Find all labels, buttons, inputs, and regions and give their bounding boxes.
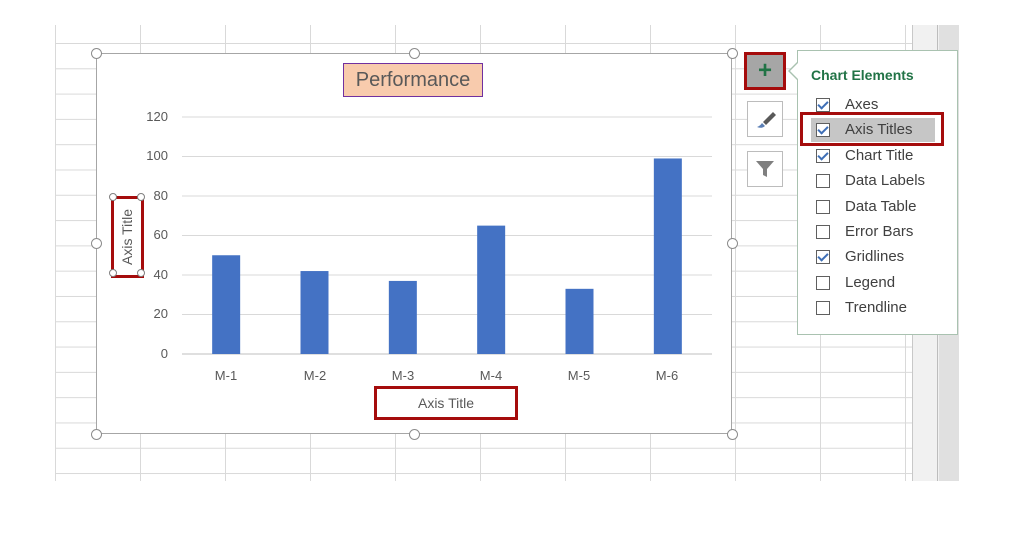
plus-icon: + — [757, 57, 772, 84]
axis-titles-highlight — [800, 112, 944, 146]
bar-M-5[interactable] — [565, 288, 594, 354]
bar-M-2[interactable] — [300, 271, 329, 354]
checkbox[interactable] — [816, 250, 830, 265]
resize-handle-top[interactable] — [409, 48, 420, 59]
x-axis-title[interactable]: Axis Title — [374, 386, 518, 420]
resize-handle-top-left[interactable] — [91, 48, 102, 59]
chart-element-item[interactable]: Data Labels — [798, 170, 958, 194]
panel-title: Chart Elements — [811, 67, 914, 83]
checkbox[interactable] — [816, 275, 830, 290]
resize-handle-bottom[interactable] — [409, 429, 420, 440]
y-tick-label: 20 — [153, 306, 168, 321]
chart-element-item[interactable]: Data Table — [798, 196, 958, 220]
chart-element-label: Trendline — [845, 299, 907, 317]
x-tick-label: M-2 — [303, 368, 327, 383]
chart-element-item[interactable]: Error Bars — [798, 221, 958, 245]
chart-element-item[interactable]: Gridlines — [798, 246, 958, 270]
axis-title-handle[interactable] — [137, 193, 145, 201]
checkbox[interactable] — [816, 301, 830, 316]
x-tick-label: M-5 — [567, 368, 591, 383]
chart-element-label: Data Labels — [845, 172, 926, 190]
paintbrush-icon — [757, 112, 776, 128]
axis-title-handle[interactable] — [109, 193, 117, 201]
panel-pointer-inner — [790, 63, 798, 79]
axis-title-handle[interactable] — [137, 269, 145, 277]
checkbox[interactable] — [816, 225, 830, 239]
bar-M-4[interactable] — [477, 225, 506, 354]
chart-element-item[interactable]: Legend — [798, 272, 958, 296]
y-tick-label: 0 — [160, 346, 168, 361]
chart-element-label: Legend — [845, 273, 896, 291]
checkbox[interactable] — [816, 98, 830, 112]
chart-element-item[interactable]: Trendline — [798, 297, 958, 321]
bar-M-3[interactable] — [388, 280, 417, 354]
resize-handle-left[interactable] — [91, 238, 102, 249]
chart-filters-button[interactable] — [747, 151, 783, 187]
x-tick-label: M-3 — [391, 368, 415, 383]
filter-icon — [756, 161, 774, 177]
bar-M-6[interactable] — [653, 158, 682, 354]
chart-styles-button[interactable] — [747, 101, 783, 137]
resize-handle-bottom-left[interactable] — [91, 429, 102, 440]
y-tick-label: 100 — [146, 148, 168, 163]
x-tick-label: M-1 — [214, 368, 238, 383]
y-axis-title-highlight — [111, 196, 144, 278]
chart-element-label: Gridlines — [845, 248, 905, 266]
chart-title[interactable]: Performance — [343, 63, 483, 97]
resize-handle-right[interactable] — [727, 238, 738, 249]
chart-element-label: Chart Title — [845, 146, 914, 164]
resize-handle-bottom-right[interactable] — [727, 429, 738, 440]
chart-element-item[interactable]: Chart Title — [798, 145, 958, 169]
chart-elements-panel: Chart Elements Axes Axis Titles Chart Titl… — [797, 50, 958, 335]
chart-element-label: Error Bars — [845, 223, 914, 240]
chart-element-label: Axes — [845, 96, 879, 113]
checkbox[interactable] — [816, 148, 830, 163]
chart-element-label: Data Table — [845, 197, 917, 215]
bar-M-1[interactable] — [212, 255, 241, 354]
x-tick-label: M-6 — [655, 368, 679, 383]
resize-handle-top-right[interactable] — [727, 48, 738, 59]
axis-title-handle[interactable] — [109, 269, 117, 277]
y-tick-label: 120 — [146, 109, 168, 124]
checkbox[interactable] — [816, 199, 830, 214]
x-tick-label: M-4 — [479, 368, 503, 383]
checkbox[interactable] — [816, 174, 830, 189]
chart-elements-button[interactable]: + — [744, 52, 786, 90]
